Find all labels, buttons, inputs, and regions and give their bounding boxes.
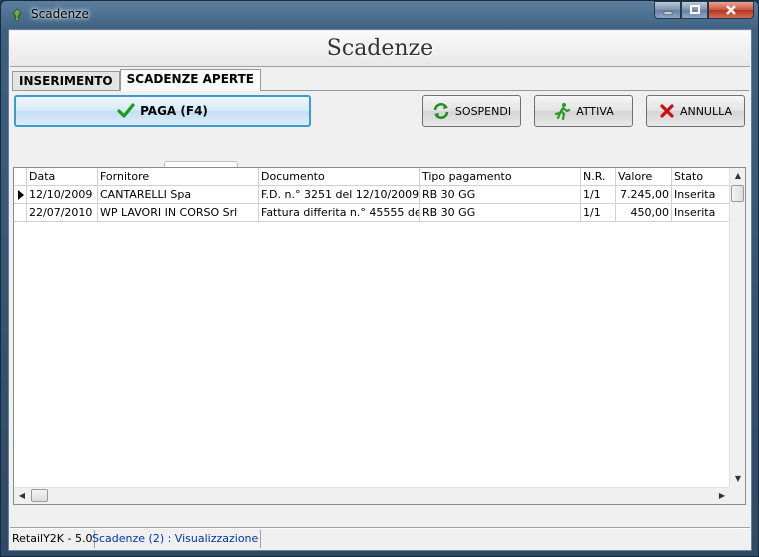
maximize-icon bbox=[689, 5, 700, 14]
scroll-left-icon[interactable]: ◀ bbox=[14, 488, 30, 504]
cell-stato[interactable]: Inserita bbox=[672, 186, 730, 204]
column-header-fornitore[interactable]: Fornitore bbox=[98, 168, 259, 186]
horizontal-scrollbar[interactable]: ◀ ▶ bbox=[14, 487, 730, 504]
table-row[interactable]: 12/10/2009 CANTARELLI Spa F.D. n.° 3251 … bbox=[14, 186, 730, 204]
column-header-valore[interactable]: Valore bbox=[616, 168, 672, 186]
grid-header: Data Fornitore Documento Tipo pagamento … bbox=[14, 168, 730, 186]
scadenze-grid[interactable]: Data Fornitore Documento Tipo pagamento … bbox=[13, 167, 746, 505]
pay-label: PAGA (F4) bbox=[140, 104, 208, 118]
page-title: Scadenze bbox=[326, 36, 434, 61]
status-separator bbox=[10, 528, 750, 529]
row-indicator bbox=[14, 204, 27, 221]
suspend-label: SOSPENDI bbox=[454, 104, 512, 118]
maximize-button[interactable] bbox=[681, 1, 708, 19]
column-header-stato[interactable]: Stato bbox=[672, 168, 730, 186]
cell-fornitore[interactable]: CANTARELLI Spa bbox=[98, 186, 259, 204]
scroll-corner bbox=[729, 487, 745, 504]
cell-nr[interactable]: 1/1 bbox=[581, 204, 616, 222]
cell-data[interactable]: 22/07/2010 bbox=[27, 204, 98, 222]
title-bar[interactable]: Scadenze bbox=[1, 1, 758, 29]
tab-scadenze-aperte[interactable]: SCADENZE APERTE bbox=[119, 69, 262, 91]
status-app-version: RetailY2K - 5.0 bbox=[10, 530, 96, 548]
tab-label: INSERIMENTO bbox=[19, 74, 113, 88]
minimize-icon bbox=[663, 11, 672, 15]
column-header-nr[interactable]: N.R. bbox=[581, 168, 616, 186]
horizontal-scroll-thumb[interactable] bbox=[31, 489, 48, 502]
cancel-label: ANNULLA bbox=[679, 104, 733, 118]
cell-documento[interactable]: F.D. n.° 3251 del 12/10/2009 bbox=[259, 186, 420, 204]
scroll-down-icon[interactable]: ▼ bbox=[730, 471, 746, 487]
app-icon bbox=[11, 8, 23, 22]
vertical-scrollbar[interactable]: ▲ ▼ bbox=[729, 168, 745, 487]
activate-label: ATTIVA bbox=[576, 104, 614, 118]
column-header-documento[interactable]: Documento bbox=[259, 168, 420, 186]
running-man-icon bbox=[555, 103, 571, 120]
close-icon bbox=[726, 5, 736, 15]
current-row-arrow-icon bbox=[18, 190, 24, 200]
page-header: Scadenze bbox=[10, 31, 750, 67]
suspend-button[interactable]: SOSPENDI bbox=[422, 95, 521, 127]
close-button[interactable] bbox=[708, 1, 754, 19]
cell-valore[interactable]: 450,00 bbox=[616, 204, 672, 222]
tab-bar: INSERIMENTO SCADENZE APERTE bbox=[12, 69, 262, 91]
column-header-tipo-pagamento[interactable]: Tipo pagamento bbox=[420, 168, 581, 186]
row-indicator-header bbox=[14, 168, 27, 185]
tab-label: SCADENZE APERTE bbox=[126, 72, 255, 86]
scroll-up-icon[interactable]: ▲ bbox=[730, 168, 746, 184]
row-indicator bbox=[14, 186, 27, 203]
window-title: Scadenze bbox=[31, 7, 89, 21]
status-bar: RetailY2K - 5.0 Scadenze (2) : Visualizz… bbox=[10, 527, 750, 549]
cell-documento[interactable]: Fattura differita n.° 45555 del 22/07/20… bbox=[259, 204, 420, 222]
activate-button[interactable]: ATTIVA bbox=[534, 95, 633, 127]
column-header-data[interactable]: Data bbox=[27, 168, 98, 186]
vertical-scroll-thumb[interactable] bbox=[731, 185, 744, 202]
minimize-button[interactable] bbox=[654, 1, 681, 19]
app-window: Scadenze Scadenze INSERIMENTO SCADENZE A… bbox=[0, 0, 759, 557]
cancel-button[interactable]: ANNULLA bbox=[646, 95, 745, 127]
scroll-right-icon[interactable]: ▶ bbox=[714, 488, 730, 504]
cell-data[interactable]: 12/10/2009 bbox=[27, 186, 98, 204]
cell-nr[interactable]: 1/1 bbox=[581, 186, 616, 204]
pay-button[interactable]: PAGA (F4) bbox=[14, 95, 311, 127]
status-view-info: Scadenze (2) : Visualizzazione bbox=[90, 530, 262, 548]
cell-tipo-pagamento[interactable]: RB 30 GG bbox=[420, 186, 581, 204]
x-icon bbox=[660, 104, 674, 118]
client-area: Scadenze INSERIMENTO SCADENZE APERTE PAG… bbox=[8, 29, 752, 551]
cell-tipo-pagamento[interactable]: RB 30 GG bbox=[420, 204, 581, 222]
refresh-icon bbox=[433, 103, 449, 119]
tab-inserimento[interactable]: INSERIMENTO bbox=[12, 71, 120, 91]
cell-stato[interactable]: Inserita bbox=[672, 204, 730, 222]
cell-valore[interactable]: 7.245,00 bbox=[616, 186, 672, 204]
table-row[interactable]: 22/07/2010 WP LAVORI IN CORSO Srl Fattur… bbox=[14, 204, 730, 222]
cell-fornitore[interactable]: WP LAVORI IN CORSO Srl bbox=[98, 204, 259, 222]
checkmark-icon bbox=[117, 103, 135, 118]
